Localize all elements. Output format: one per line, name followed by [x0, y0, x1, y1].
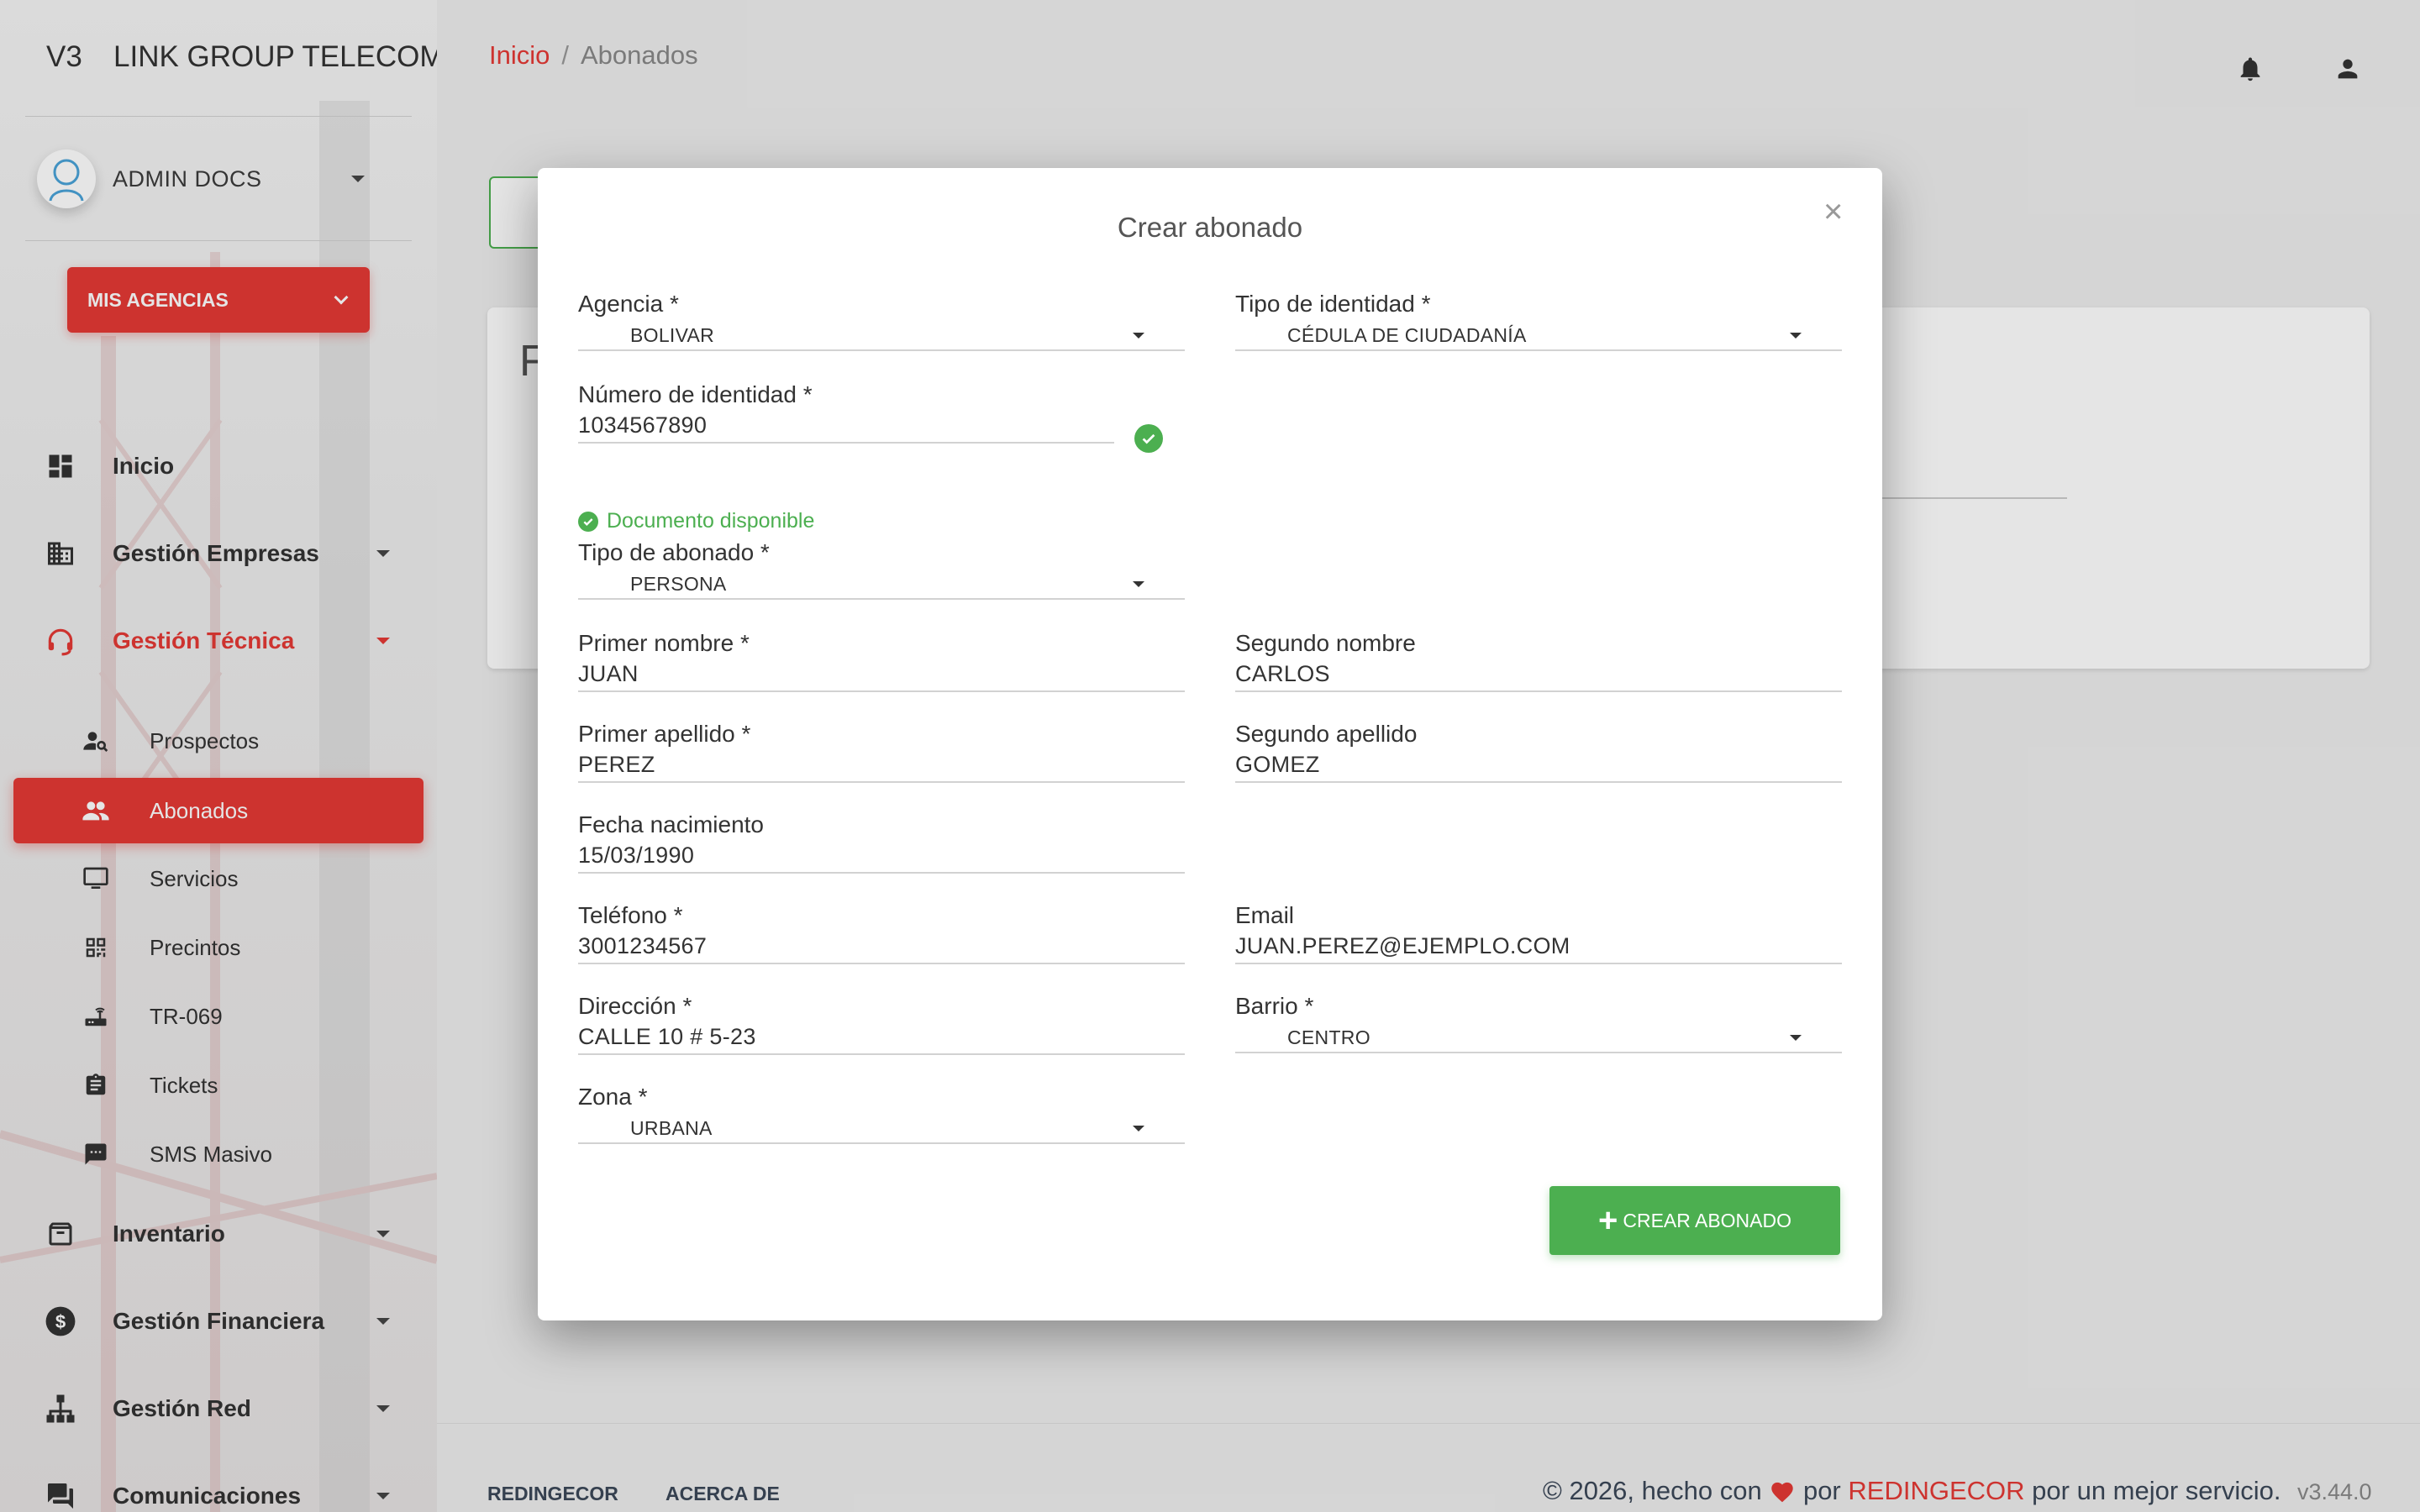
document-available-status: Documento disponible	[578, 509, 814, 533]
dropdown-arrow-icon	[1133, 333, 1144, 339]
fecha-nacimiento-field: Fecha nacimiento 15/03/1990	[578, 811, 1185, 874]
fecha-nacimiento-label: Fecha nacimiento	[578, 811, 765, 837]
fecha-nacimiento-input[interactable]: 15/03/1990	[578, 838, 1185, 874]
primer-nombre-input[interactable]: JUAN	[578, 657, 1185, 692]
telefono-input[interactable]: 3001234567	[578, 929, 1185, 964]
tipo-identidad-select[interactable]: CÉDULA DE CIUDADANÍA	[1235, 318, 1842, 351]
primer-apellido-field: Primer apellido * PEREZ	[578, 721, 1185, 783]
tipo-identidad-label: Tipo de identidad *	[1235, 291, 1431, 317]
direccion-field: Dirección * CALLE 10 # 5-23	[578, 993, 1185, 1055]
primer-nombre-label: Primer nombre *	[578, 630, 750, 656]
plus-icon: +	[1597, 1202, 1618, 1239]
numero-identidad-label: Número de identidad *	[578, 381, 813, 407]
check-circle-icon	[578, 511, 598, 532]
segundo-nombre-input[interactable]: CARLOS	[1235, 657, 1842, 692]
segundo-nombre-label: Segundo nombre	[1235, 630, 1416, 656]
email-field: Email JUAN.PEREZ@EJEMPLO.COM	[1235, 902, 1842, 964]
telefono-field: Teléfono * 3001234567	[578, 902, 1185, 964]
segundo-nombre-field: Segundo nombre CARLOS	[1235, 630, 1842, 692]
create-subscriber-modal: Crear abonado × Agencia * BOLIVAR Tipo d…	[538, 168, 1882, 1320]
barrio-field: Barrio * CENTRO	[1235, 993, 1842, 1053]
barrio-label: Barrio *	[1235, 993, 1314, 1019]
zona-field: Zona * URBANA	[578, 1084, 1185, 1144]
zona-label: Zona *	[578, 1084, 648, 1110]
agencia-select[interactable]: BOLIVAR	[578, 318, 1185, 351]
check-circle-icon	[1134, 424, 1163, 453]
primer-apellido-label: Primer apellido *	[578, 721, 751, 747]
primer-nombre-field: Primer nombre * JUAN	[578, 630, 1185, 692]
direccion-input[interactable]: CALLE 10 # 5-23	[578, 1020, 1185, 1055]
barrio-value: CENTRO	[1287, 1026, 1370, 1048]
email-label: Email	[1235, 902, 1295, 928]
tipo-identidad-value: CÉDULA DE CIUDADANÍA	[1287, 324, 1527, 346]
email-input[interactable]: JUAN.PEREZ@EJEMPLO.COM	[1235, 929, 1842, 964]
create-subscriber-label: CREAR ABONADO	[1623, 1209, 1791, 1231]
agencia-value: BOLIVAR	[630, 324, 715, 346]
dropdown-arrow-icon	[1790, 1035, 1802, 1041]
dropdown-arrow-icon	[1133, 581, 1144, 587]
numero-identidad-field: Número de identidad * 1034567890	[578, 381, 1114, 444]
document-available-text: Documento disponible	[607, 509, 815, 533]
barrio-select[interactable]: CENTRO	[1235, 1020, 1842, 1053]
modal-title: Crear abonado	[1117, 212, 1303, 243]
primer-apellido-input[interactable]: PEREZ	[578, 748, 1185, 783]
tipo-abonado-label: Tipo de abonado *	[578, 539, 770, 565]
segundo-apellido-label: Segundo apellido	[1235, 721, 1418, 747]
agencia-field: Agencia * BOLIVAR	[578, 291, 1185, 351]
agencia-label: Agencia *	[578, 291, 679, 317]
zona-value: URBANA	[630, 1117, 713, 1139]
segundo-apellido-input[interactable]: GOMEZ	[1235, 748, 1842, 783]
tipo-abonado-select[interactable]: PERSONA	[578, 566, 1185, 600]
dropdown-arrow-icon	[1133, 1126, 1144, 1131]
close-icon[interactable]: ×	[1823, 193, 1843, 231]
segundo-apellido-field: Segundo apellido GOMEZ	[1235, 721, 1842, 783]
zona-select[interactable]: URBANA	[578, 1110, 1185, 1144]
numero-identidad-input[interactable]: 1034567890	[578, 408, 1114, 444]
tipo-abonado-value: PERSONA	[630, 573, 727, 595]
direccion-label: Dirección *	[578, 993, 692, 1019]
telefono-label: Teléfono *	[578, 902, 683, 928]
tipo-identidad-field: Tipo de identidad * CÉDULA DE CIUDADANÍA	[1235, 291, 1842, 351]
create-subscriber-button[interactable]: + CREAR ABONADO	[1549, 1186, 1840, 1255]
dropdown-arrow-icon	[1790, 333, 1802, 339]
tipo-abonado-field: Tipo de abonado * PERSONA	[578, 539, 1185, 600]
